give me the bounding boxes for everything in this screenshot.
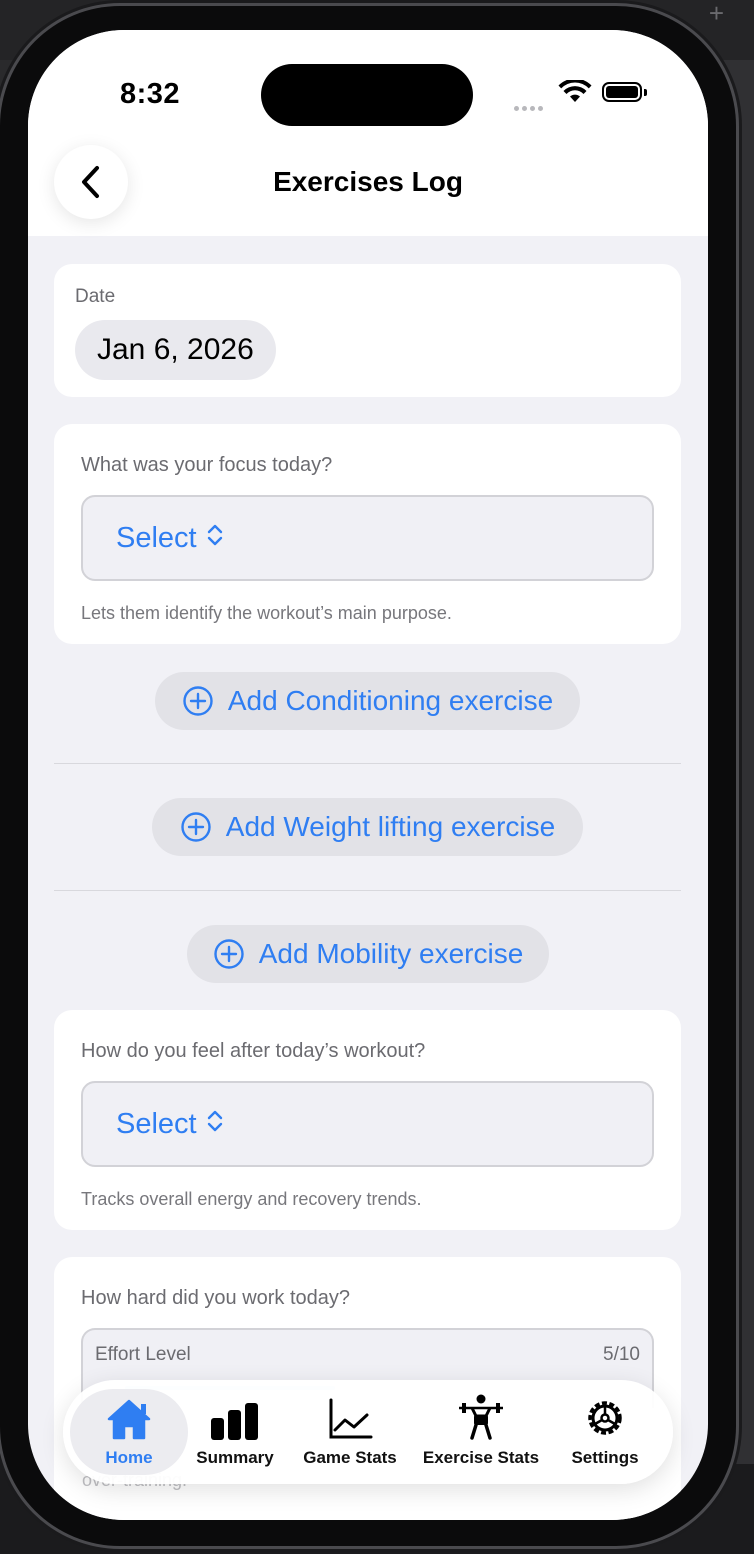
feel-hint: Tracks overall energy and recovery trend… — [81, 1189, 422, 1209]
tab-settings-label: Settings — [571, 1448, 639, 1467]
dynamic-island — [261, 64, 473, 126]
divider — [54, 890, 681, 891]
focus-select[interactable]: Select — [81, 495, 654, 581]
tab-settings[interactable]: Settings — [555, 1394, 655, 1468]
tab-bar: Home Summary Game Stats Exercise Stats S… — [63, 1380, 673, 1484]
plus-icon: + — [708, 0, 724, 28]
date-picker[interactable]: Jan 6, 2026 — [75, 320, 276, 380]
tab-home-label: Home — [105, 1448, 153, 1467]
effort-question: How hard did you work today? — [81, 1287, 351, 1309]
page-title: Exercises Log — [273, 166, 463, 197]
chevron-up-down-icon — [207, 522, 223, 555]
focus-hint: Lets them identify the workout’s main pu… — [81, 603, 452, 623]
focus-card: What was your focus today? Select Lets t… — [54, 424, 681, 644]
add-mobility-label: Add Mobility exercise — [258, 938, 524, 969]
divider — [54, 763, 681, 764]
feel-card: How do you feel after today’s workout? S… — [54, 1010, 681, 1230]
battery-icon — [602, 82, 642, 102]
bar-chart-icon — [211, 1403, 258, 1440]
status-time: 8:32 — [120, 78, 181, 110]
navigation-header — [28, 30, 708, 236]
plus-circle-icon — [183, 686, 213, 716]
cellular-signal-icon — [514, 98, 546, 116]
tab-summary[interactable]: Summary — [185, 1394, 285, 1468]
tab-exercise-stats[interactable]: Exercise Stats — [418, 1394, 544, 1468]
tab-summary-label: Summary — [196, 1448, 274, 1467]
focus-question: What was your focus today? — [81, 454, 333, 476]
feel-select-label: Select — [116, 1107, 197, 1140]
tab-home[interactable]: Home — [79, 1394, 179, 1468]
tab-exercise-stats-label: Exercise Stats — [422, 1448, 540, 1467]
plus-circle-icon — [214, 939, 244, 969]
gear-icon — [588, 1401, 622, 1435]
plus-circle-icon — [181, 812, 211, 842]
feel-select[interactable]: Select — [81, 1081, 654, 1167]
tab-game-stats[interactable]: Game Stats — [295, 1394, 405, 1468]
add-mobility-button[interactable]: Add Mobility exercise — [187, 925, 549, 983]
focus-select-label: Select — [116, 521, 197, 554]
phone-frame: 8:32 Exercises Log Date Jan 6, 2026 What… — [0, 6, 736, 1546]
feel-question: How do you feel after today’s workout? — [81, 1040, 426, 1062]
date-card: Date Jan 6, 2026 — [54, 264, 681, 397]
house-icon — [107, 1399, 151, 1440]
line-chart-icon — [329, 1398, 373, 1439]
wifi-icon — [558, 78, 592, 109]
battery-cap — [644, 89, 647, 96]
date-label: Date — [75, 286, 116, 307]
phone-screen: 8:32 Exercises Log Date Jan 6, 2026 What… — [28, 30, 708, 1520]
add-weight-lifting-label: Add Weight lifting exercise — [225, 811, 556, 842]
add-conditioning-button[interactable]: Add Conditioning exercise — [155, 672, 580, 730]
tab-game-stats-label: Game Stats — [303, 1448, 397, 1467]
weightlifter-icon — [459, 1394, 503, 1440]
chevron-up-down-icon — [207, 1108, 223, 1141]
add-weight-lifting-button[interactable]: Add Weight lifting exercise — [152, 798, 583, 856]
add-conditioning-label: Add Conditioning exercise — [227, 685, 554, 716]
